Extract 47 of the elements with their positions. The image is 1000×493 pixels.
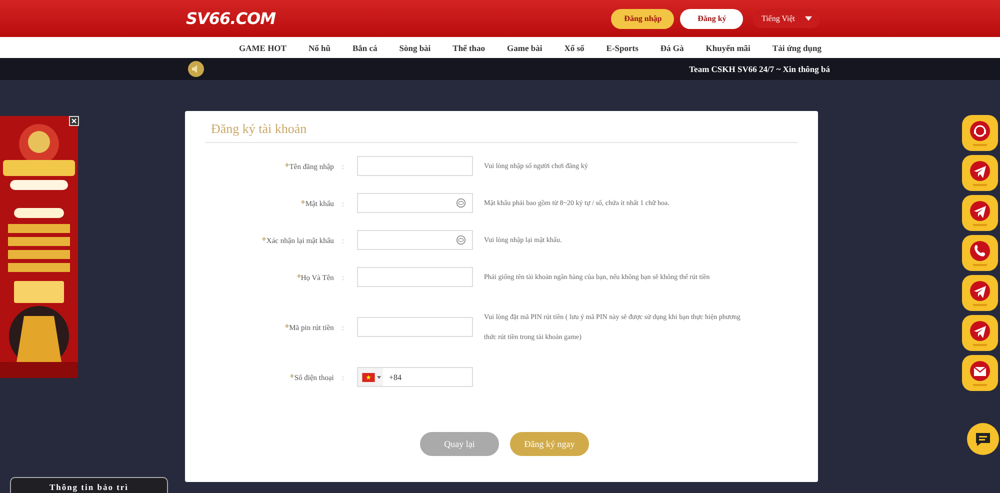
nav-link[interactable]: GAME HOT [239,42,286,52]
eye-icon[interactable] [456,235,466,245]
caret-icon [805,16,812,21]
close-icon[interactable] [69,116,79,126]
nav-link[interactable]: Đá Gà [660,42,684,52]
nav-link[interactable]: Thể thao [452,42,486,52]
chat-icon[interactable] [967,423,999,455]
announcement-text: Team CSKH SV66 24/7 ~ Xin thông bá [689,64,830,74]
maintenance-tab[interactable]: Thông tin bảo trì [10,477,168,493]
required-icon [290,374,294,378]
language-select[interactable]: Tiếng Việt [753,9,820,28]
flag-icon [362,372,375,382]
input-field[interactable] [357,317,473,337]
nav-link[interactable]: E-Sports [606,42,638,52]
required-icon [285,324,290,328]
site-logo[interactable]: SV66.COM [186,9,276,28]
nav-link[interactable]: Nổ hũ [308,42,330,52]
required-icon [301,200,306,204]
paper-plane-icon[interactable] [962,275,998,311]
nav-link[interactable]: Bắn cá [352,42,378,52]
paper-plane-icon[interactable] [962,155,998,191]
input-field[interactable] [357,156,473,176]
phone-value: +84 [388,372,403,384]
required-icon [262,236,266,240]
caret-icon [377,376,381,378]
mail-icon[interactable] [962,355,998,391]
flag-select[interactable] [358,368,383,386]
phone-field[interactable]: +84 [357,367,473,387]
login-button[interactable]: Đăng nhập [611,8,674,28]
password-field[interactable] [357,230,473,250]
form-title: Đăng ký tài khoản [205,121,798,143]
nav-link[interactable]: Game bài [507,42,542,52]
required-icon [285,162,290,166]
phone-icon[interactable] [962,235,998,271]
nav-link[interactable]: Sòng bài [399,42,431,52]
paper-plane-icon[interactable] [962,315,998,351]
input-field[interactable] [357,267,473,287]
nav-link[interactable]: Xổ số [564,42,584,52]
nav-link[interactable]: Tải ứng dụng [772,42,822,52]
password-field[interactable] [357,193,473,213]
register-button[interactable]: Đăng ký [680,8,744,28]
headset-icon[interactable] [962,115,998,151]
nav-link[interactable]: Khuyến mãi [706,42,750,52]
speaker-icon[interactable] [188,61,204,77]
required-icon [296,274,301,278]
eye-icon[interactable] [456,198,466,208]
paper-plane-icon[interactable] [962,195,998,231]
